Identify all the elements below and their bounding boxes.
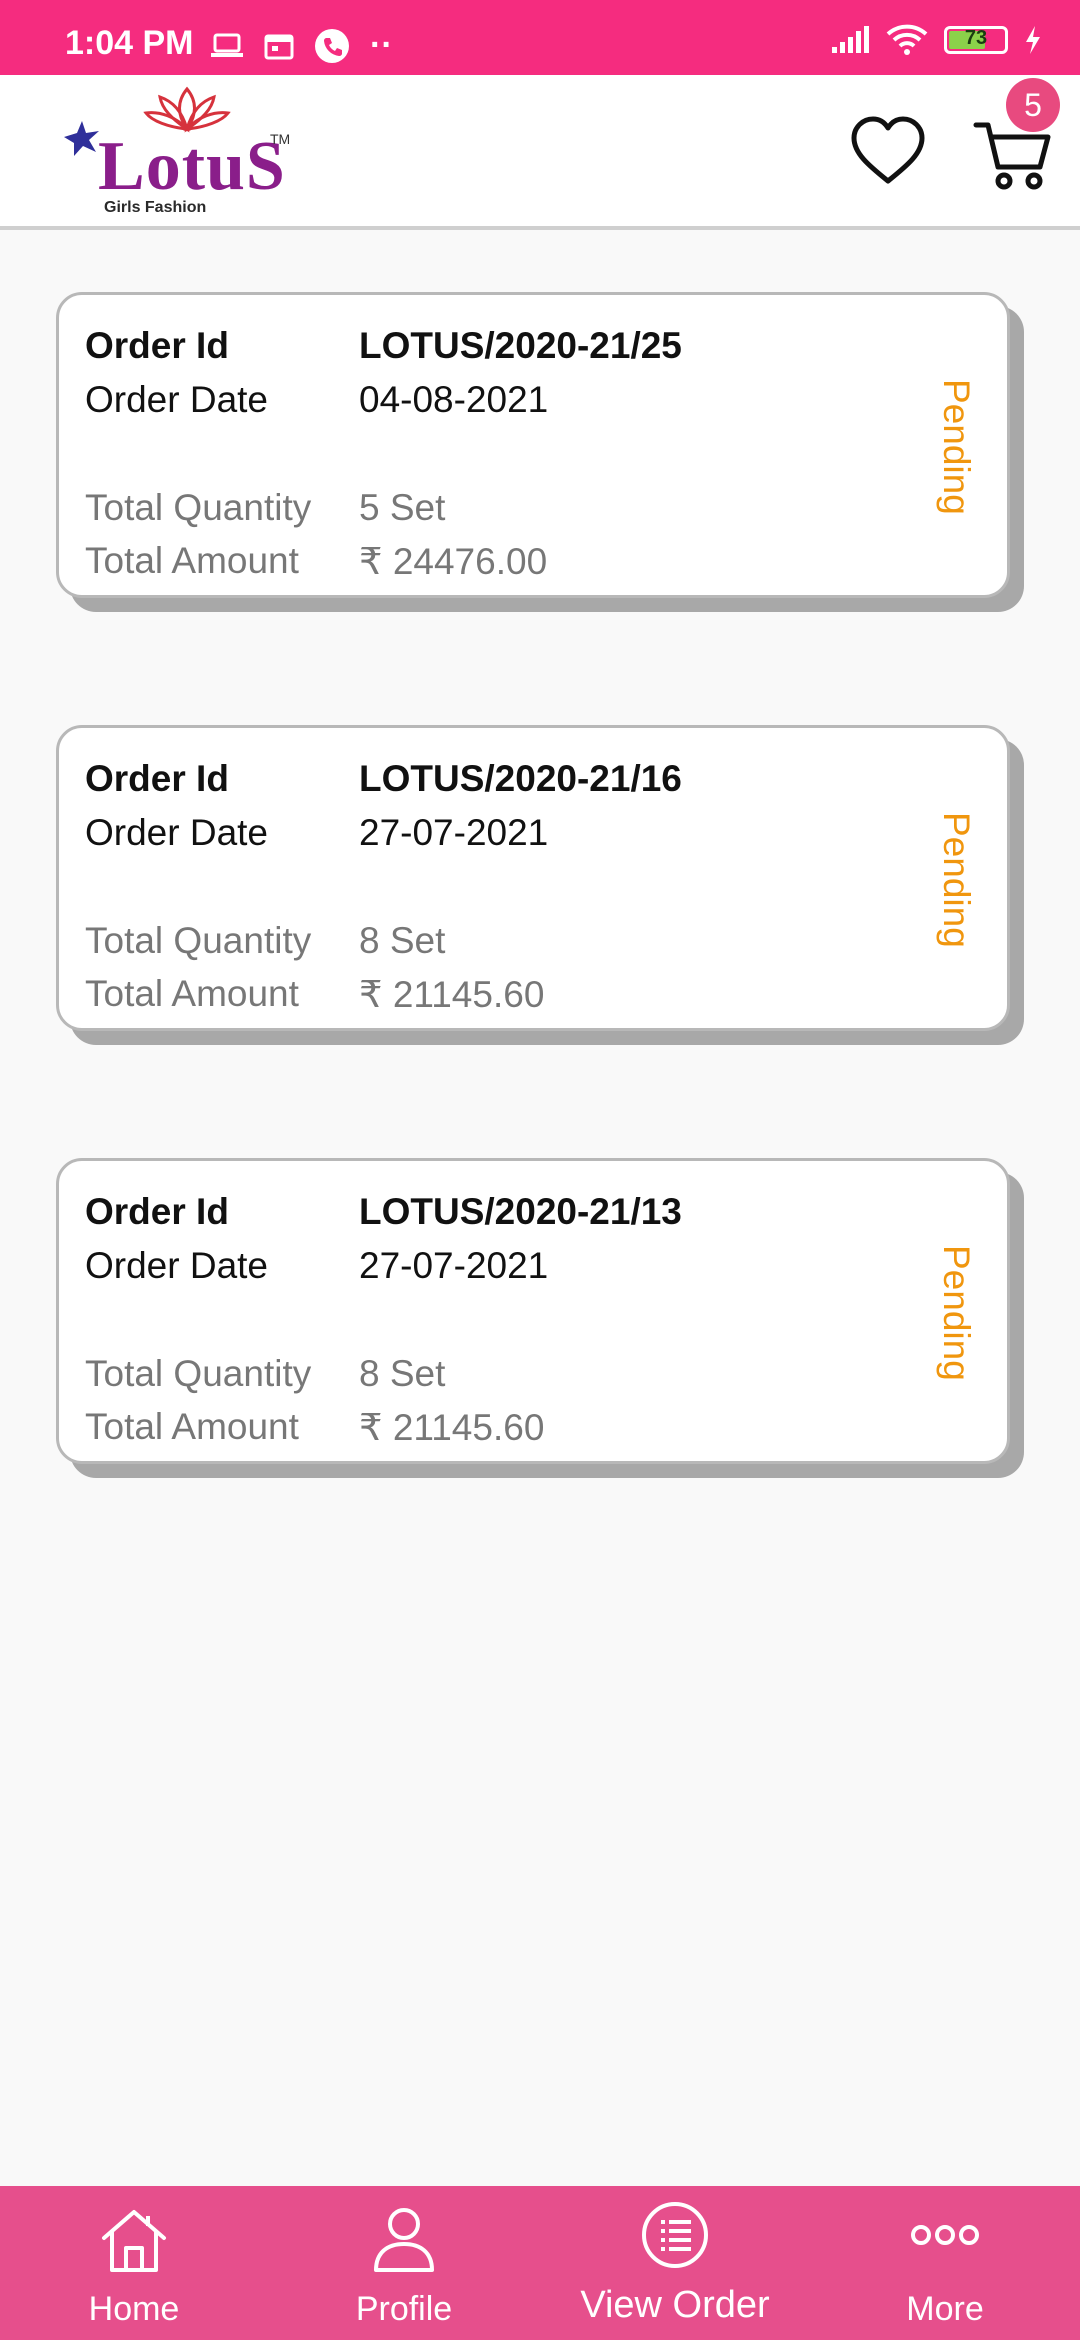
order-card[interactable]: Order Id LOTUS/2020-21/25 Order Date 04-… bbox=[56, 292, 1010, 598]
status-notification-icons: ·· bbox=[210, 26, 393, 65]
total-quantity-value: 8 Set bbox=[359, 920, 446, 961]
order-card[interactable]: Order Id LOTUS/2020-21/13 Order Date 27-… bbox=[56, 1158, 1010, 1464]
nav-home-label: Home bbox=[88, 2290, 180, 2328]
total-amount-label: Total Amount bbox=[85, 540, 299, 581]
battery-icon: 73 bbox=[944, 26, 1008, 54]
total-quantity-value: 5 Set bbox=[359, 487, 446, 528]
total-amount-value: ₹ 21145.60 bbox=[359, 974, 545, 1015]
order-date-label: Order Date bbox=[85, 379, 269, 420]
cart-count-badge: 5 bbox=[1006, 78, 1060, 132]
lotus-logo[interactable]: LotuS TM Girls Fashion bbox=[62, 83, 292, 223]
order-status: Pending bbox=[936, 379, 977, 515]
wifi-icon bbox=[886, 24, 928, 55]
charging-icon bbox=[1026, 26, 1040, 54]
total-amount-label: Total Amount bbox=[85, 973, 299, 1014]
calendar-icon bbox=[264, 34, 294, 59]
order-date-value: 27-07-2021 bbox=[359, 812, 549, 853]
total-amount-value: ₹ 24476.00 bbox=[359, 541, 548, 582]
more-notifications-indicator: ·· bbox=[370, 26, 393, 64]
total-quantity-value: 8 Set bbox=[359, 1353, 446, 1394]
bottom-navigation: Home Profile View Order More bbox=[0, 2186, 1080, 2340]
order-id-value: LOTUS/2020-21/13 bbox=[359, 1191, 682, 1232]
nav-profile-label: Profile bbox=[355, 2290, 453, 2328]
order-status: Pending bbox=[936, 1245, 977, 1381]
home-icon bbox=[102, 2210, 166, 2272]
order-date-value: 04-08-2021 bbox=[359, 379, 549, 420]
nav-more[interactable]: More bbox=[825, 2186, 1065, 2340]
battery-level: 73 bbox=[964, 27, 988, 49]
order-status: Pending bbox=[936, 812, 977, 948]
total-quantity-label: Total Quantity bbox=[85, 920, 312, 961]
phone-call-icon bbox=[315, 28, 349, 63]
more-dots-icon bbox=[911, 2225, 979, 2245]
nav-more-label: More bbox=[906, 2290, 984, 2328]
order-date-value: 27-07-2021 bbox=[359, 1245, 549, 1286]
order-date-label: Order Date bbox=[85, 1245, 269, 1286]
nav-view-order-label: View Order bbox=[580, 2284, 770, 2326]
order-id-label: Order Id bbox=[85, 1191, 229, 1232]
logo-tagline: Girls Fashion bbox=[104, 199, 207, 216]
signal-icon bbox=[832, 26, 869, 53]
new-star-badge-icon bbox=[64, 121, 99, 156]
status-bar: 1:04 PM ·· 73 bbox=[0, 0, 1080, 75]
logo-trademark: TM bbox=[270, 131, 291, 147]
order-card[interactable]: Order Id LOTUS/2020-21/16 Order Date 27-… bbox=[56, 725, 1010, 1031]
logo-text: LotuS bbox=[98, 128, 286, 205]
nav-home[interactable]: Home bbox=[14, 2186, 254, 2340]
total-amount-value: ₹ 21145.60 bbox=[359, 1407, 545, 1448]
person-icon bbox=[374, 2208, 434, 2272]
order-id-value: LOTUS/2020-21/25 bbox=[359, 325, 682, 366]
total-amount-label: Total Amount bbox=[85, 1406, 299, 1447]
order-id-value: LOTUS/2020-21/16 bbox=[359, 758, 682, 799]
total-quantity-label: Total Quantity bbox=[85, 487, 312, 528]
status-system-icons: 73 bbox=[830, 24, 1042, 56]
order-id-label: Order Id bbox=[85, 758, 229, 799]
nav-profile[interactable]: Profile bbox=[284, 2186, 524, 2340]
list-icon bbox=[642, 2202, 708, 2268]
status-time: 1:04 PM bbox=[65, 24, 194, 62]
total-quantity-label: Total Quantity bbox=[85, 1353, 312, 1394]
nav-view-order[interactable]: View Order bbox=[555, 2186, 795, 2340]
order-id-label: Order Id bbox=[85, 325, 229, 366]
laptop-icon bbox=[211, 33, 243, 57]
wishlist-heart-icon[interactable] bbox=[848, 113, 928, 193]
app-header: LotuS TM Girls Fashion 5 bbox=[0, 75, 1080, 230]
order-date-label: Order Date bbox=[85, 812, 269, 853]
